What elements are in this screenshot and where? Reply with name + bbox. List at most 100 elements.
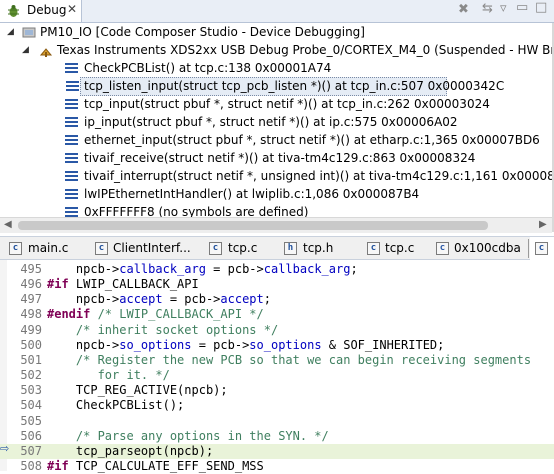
code-line[interactable]: 500 npcb->so_options = pcb->so_options &… — [0, 338, 554, 353]
editor-tab-label: tcp.c — [228, 241, 258, 255]
stack-frame-selected[interactable]: tcp_listen_input(struct tcp_pcb_listen *… — [66, 77, 504, 96]
tree-row-probe[interactable]: ◢ Texas Instruments XDS2xx USB Debug Pro… — [0, 41, 552, 60]
code-line[interactable]: 499 /* inherit socket options */ — [0, 323, 554, 338]
project-icon — [22, 27, 36, 38]
editor-tab[interactable]: c main.c — [6, 237, 84, 260]
scroll-right-icon[interactable]: ▶ — [539, 219, 547, 230]
minimize-icon[interactable]: ▭ — [516, 0, 528, 20]
tree-row-project[interactable]: ◢ PM10_IO [Code Composer Studio - Device… — [0, 23, 552, 42]
stack-frame-icon — [65, 117, 78, 128]
line-number: 503 — [20, 383, 42, 397]
code-token: /* LWIP_CALLBACK_API */ — [90, 307, 264, 321]
code-token: #if — [47, 277, 69, 291]
code-token: & SOF_INHERITED; — [321, 338, 445, 352]
code-editor[interactable]: 495 npcb->callback_arg = pcb->callback_a… — [0, 260, 554, 474]
code-line[interactable]: 505 — [0, 414, 554, 429]
remove-terminated-icon[interactable]: ✖ — [458, 2, 469, 22]
header-file-icon: h — [284, 242, 297, 255]
close-icon[interactable]: ✕ — [67, 2, 77, 16]
code-text: /* Register the new PCB so that we can b… — [47, 353, 531, 367]
c-file-icon: c — [95, 242, 108, 255]
code-line[interactable]: 498 #endif /* LWIP_CALLBACK_API */ — [0, 307, 554, 322]
c-file-icon: c — [367, 242, 380, 255]
editor-tab-label: tcp.c — [385, 241, 415, 255]
horizontal-scrollbar[interactable]: ◀ ▶ — [0, 217, 552, 233]
stack-frame[interactable]: lwIPEthernetIntHandler() at lwiplib.c:1,… — [0, 185, 552, 204]
code-token: accept — [220, 292, 264, 306]
editor-tab-label: main.c — [28, 241, 69, 255]
code-token: npcb-> — [47, 338, 120, 352]
code-text: /* Parse any options in the SYN. */ — [47, 429, 329, 443]
line-number: 505 — [20, 414, 42, 428]
scroll-left-icon[interactable]: ◀ — [4, 219, 12, 230]
line-number: 495 — [20, 262, 42, 276]
project-label: PM10_IO [Code Composer Studio - Device D… — [40, 25, 365, 39]
code-line[interactable]: 502 for it. */ — [0, 368, 554, 383]
line-number: 500 — [20, 338, 42, 352]
stack-frame-label: tivaif_interrupt(struct netif *, unsigne… — [84, 169, 552, 183]
code-line[interactable]: 508 #if TCP_CALCULATE_EFF_SEND_MSS — [0, 459, 554, 474]
stack-frame-label: lwIPEthernetIntHandler() at lwiplib.c:1,… — [84, 187, 420, 201]
probe-label: Texas Instruments XDS2xx USB Debug Probe… — [57, 43, 552, 57]
editor-tab[interactable]: c tcp.c — [207, 237, 283, 260]
code-token: /* Parse any options in the SYN. */ — [47, 429, 329, 443]
debug-tab-label: Debug — [27, 3, 67, 17]
stack-frame[interactable]: ethernet_input(struct pbuf *, struct net… — [0, 131, 552, 150]
code-text: CheckPCBList(); — [47, 398, 184, 412]
editor-tab[interactable]: c ClientInterf... — [92, 237, 200, 260]
stack-frame[interactable]: ip_input(struct pbuf *, struct netif *)(… — [0, 113, 552, 132]
view-menu-icon[interactable]: ▿ — [500, 1, 507, 21]
code-token: npcb-> — [47, 262, 120, 276]
line-number: 507 — [20, 444, 42, 458]
active-editor-tab[interactable]: c — [530, 237, 554, 260]
code-line[interactable]: 501 /* Register the new PCB so that we c… — [0, 353, 554, 368]
code-token: ; — [350, 262, 358, 276]
instruction-pointer-icon: ⇨ — [0, 442, 10, 455]
code-text: #endif /* LWIP_CALLBACK_API */ — [47, 307, 264, 321]
stack-frame-icon — [65, 189, 78, 200]
debug-tree: ◢ PM10_IO [Code Composer Studio - Device… — [0, 23, 552, 217]
code-token: TCP_REG_ACTIVE(npcb); — [47, 383, 228, 397]
line-number: 496 — [20, 277, 42, 291]
code-line[interactable]: 497 npcb->accept = pcb->accept; — [0, 292, 554, 307]
code-token: /* inherit socket options */ — [47, 323, 279, 337]
code-token: = pcb-> — [191, 338, 250, 352]
stack-frame-label: CheckPCBList() at tcp.c:138 0x00001A74 — [84, 61, 332, 75]
maximize-icon[interactable]: □ — [535, 0, 547, 20]
code-line[interactable]: 504 CheckPCBList(); — [0, 398, 554, 413]
editor-tab[interactable]: c tcp.c — [365, 237, 431, 260]
editor-tab[interactable]: c 0x100cdba — [434, 237, 524, 260]
code-token: ; — [263, 292, 271, 306]
line-number: 502 — [20, 368, 42, 382]
connect-icon[interactable]: ⇆ — [482, 1, 493, 21]
code-token: so_options — [249, 338, 322, 352]
debug-view: Debug ✕ ✖ ⇆ ▿ ▭ □ ◢ PM10_IO [Code Compos… — [0, 0, 554, 233]
code-text: #if LWIP_CALLBACK_API — [47, 277, 199, 291]
code-token: for it. */ — [47, 368, 170, 382]
scrollbar-thumb[interactable] — [18, 221, 488, 230]
collapse-icon[interactable]: ◢ — [22, 45, 29, 55]
code-line[interactable]: 506 /* Parse any options in the SYN. */ — [0, 429, 554, 444]
stack-frame-icon — [65, 207, 78, 217]
code-line[interactable]: 503 TCP_REG_ACTIVE(npcb); — [0, 383, 554, 398]
code-token: #endif — [47, 307, 91, 321]
stack-frame[interactable]: tcp_input(struct pbuf *, struct netif *)… — [0, 95, 552, 114]
code-token: callback_arg — [263, 262, 351, 276]
stack-frame[interactable]: tivaif_receive(struct netif *)() at tiva… — [0, 149, 552, 168]
code-text: tcp_parseopt(npcb); — [47, 444, 213, 458]
code-line[interactable]: 495 npcb->callback_arg = pcb->callback_a… — [0, 262, 554, 277]
thread-icon — [39, 48, 53, 57]
stack-frame-icon — [65, 171, 78, 182]
stack-frame[interactable]: CheckPCBList() at tcp.c:138 0x00001A74 — [0, 59, 552, 78]
stack-frame[interactable]: 0xFFFFFFF8 (no symbols are defined) — [0, 203, 552, 217]
stack-frame[interactable]: tivaif_interrupt(struct netif *, unsigne… — [0, 167, 552, 186]
line-number: 497 — [20, 292, 42, 306]
code-line[interactable]: 496 #if LWIP_CALLBACK_API — [0, 277, 554, 292]
collapse-icon[interactable]: ◢ — [7, 27, 14, 37]
code-token: npcb-> — [47, 292, 120, 306]
stack-frame-label: 0xFFFFFFF8 (no symbols are defined) — [84, 205, 309, 217]
code-token: LWIP_CALLBACK_API — [68, 277, 199, 291]
tab-separator — [528, 239, 529, 258]
debug-tab[interactable]: Debug ✕ — [0, 0, 82, 22]
code-line[interactable]: 507 tcp_parseopt(npcb); — [0, 444, 554, 459]
